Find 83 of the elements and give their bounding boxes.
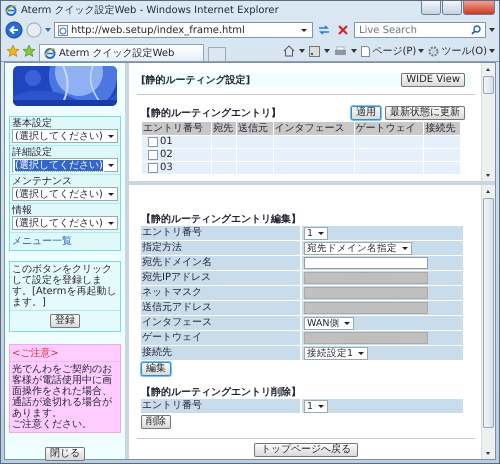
field-label: 送信元アドレス (141, 301, 300, 315)
close-button[interactable] (463, 1, 495, 15)
register-note: このボタンをクリックして設定を登録します。[Atermを再起動します。] (12, 264, 116, 308)
dropdown[interactable]: 宛先ドメイン名指定 (304, 242, 412, 254)
menu-link[interactable]: メニュー一覧 (12, 236, 72, 247)
dropdown-arrow-icon[interactable] (299, 49, 306, 53)
window-title: Aterm クイック設定Web - Windows Internet Explorer (21, 4, 280, 17)
field-label: ゲートウェイ (141, 331, 300, 345)
menu-dropdown[interactable]: (選択してください) (12, 158, 118, 172)
new-tab-button[interactable] (208, 47, 226, 61)
menu-label: 情報 (12, 205, 33, 216)
page-icon (58, 24, 68, 36)
table-cell: 03 (160, 162, 173, 174)
field-label: 指定方法 (141, 241, 300, 255)
menu-label: 基本設定 (12, 118, 53, 129)
maximize-button[interactable] (442, 1, 462, 15)
dropdown-arrow-icon[interactable] (324, 49, 330, 53)
delete-button[interactable]: 削除 (141, 415, 171, 429)
scrollbar[interactable] (481, 185, 495, 459)
feed-icon[interactable] (309, 46, 320, 56)
back-button[interactable] (5, 21, 23, 39)
table-cell: 01 (160, 136, 173, 148)
menu-dropdown[interactable]: (選択してください) (12, 187, 118, 201)
field-label: エントリ番号 (141, 226, 300, 240)
back-to-top-button[interactable]: トップページへ戻る (254, 443, 358, 457)
column-header: エントリ番号 (142, 122, 211, 135)
dropdown-arrow-icon[interactable] (489, 28, 495, 32)
section-heading: 【静的ルーティングエントリ編集】 (141, 213, 302, 226)
field-label: 宛先ドメイン名 (141, 256, 300, 270)
column-header: 接続先 (424, 122, 460, 135)
search-icon[interactable] (471, 25, 481, 35)
history-dropdown-icon[interactable] (45, 28, 51, 32)
minimize-button[interactable] (421, 1, 441, 15)
refresh-button[interactable]: 最新状態に更新 (385, 106, 465, 120)
browser-tab[interactable]: Aterm クイック設定Web (39, 44, 204, 61)
page-menu[interactable]: ページ(P) (361, 44, 424, 58)
section-heading: 【静的ルーティングエントリ削除】 (141, 386, 302, 399)
edit-button[interactable]: 編集 (141, 362, 171, 376)
column-header: インタフェース (274, 122, 354, 135)
menu-label: メンテナンス (12, 176, 73, 187)
close-page-button[interactable]: 閉じる (45, 447, 85, 461)
menu-dropdown[interactable]: (選択してください) (12, 216, 118, 230)
add-favorite-icon[interactable] (23, 45, 35, 57)
checkbox[interactable] (148, 150, 158, 160)
dropdown[interactable]: WAN側 (304, 316, 354, 330)
field-label: 接続先 (141, 346, 300, 360)
gear-icon (428, 46, 440, 56)
favorites-star-icon[interactable] (7, 45, 19, 57)
field-label: エントリ番号 (141, 399, 300, 413)
home-icon[interactable] (283, 45, 296, 57)
page-icon (361, 46, 370, 56)
browser-logo-icon (44, 47, 56, 59)
menu-label: 詳細設定 (12, 147, 53, 158)
field-label: 宛先IPアドレス (141, 271, 300, 285)
column-header: 送信元 (237, 122, 273, 135)
forward-button[interactable] (26, 22, 42, 38)
apply-button[interactable]: 適用 (351, 106, 381, 120)
register-button[interactable]: 登録 (50, 314, 80, 328)
scrollbar[interactable] (481, 63, 495, 181)
search-field[interactable]: Live Search (354, 22, 486, 38)
dropdown[interactable]: 接続設定1 (304, 346, 368, 360)
dropdown-arrow-icon (489, 49, 495, 53)
checkbox[interactable] (148, 137, 158, 147)
dropdown-arrow-icon[interactable] (351, 49, 358, 53)
column-header: ゲートウェイ (354, 122, 424, 135)
field-label: インタフェース (141, 316, 300, 330)
caution-text: 光でんわをご契約のお客様が電話使用中に画面操作をされた場合、通話が途切れる場合があります。 ご注意ください。 (12, 364, 113, 430)
address-field[interactable]: http://web.setup/index_frame.html (54, 22, 313, 38)
field-label: ネットマスク (141, 286, 300, 300)
tools-menu[interactable]: ツール(O) (428, 44, 495, 58)
dropdown-arrow-icon (418, 49, 424, 53)
caution-title: <ご注意> (10, 345, 120, 362)
table-cell: 02 (160, 149, 173, 161)
wide-view-button[interactable]: WIDE View (401, 73, 465, 87)
dropdown[interactable]: 1 (304, 400, 328, 412)
input-field[interactable] (304, 257, 428, 269)
section-heading: 【静的ルーティングエントリ】 (141, 106, 282, 120)
dropdown[interactable]: 1 (304, 226, 328, 240)
checkbox[interactable] (148, 163, 158, 173)
browser-logo-icon (5, 4, 17, 16)
column-header: 宛先 (212, 122, 236, 135)
page-heading: [静的ルーティング設定] (141, 73, 252, 87)
menu-dropdown[interactable]: (選択してください) (12, 129, 118, 143)
